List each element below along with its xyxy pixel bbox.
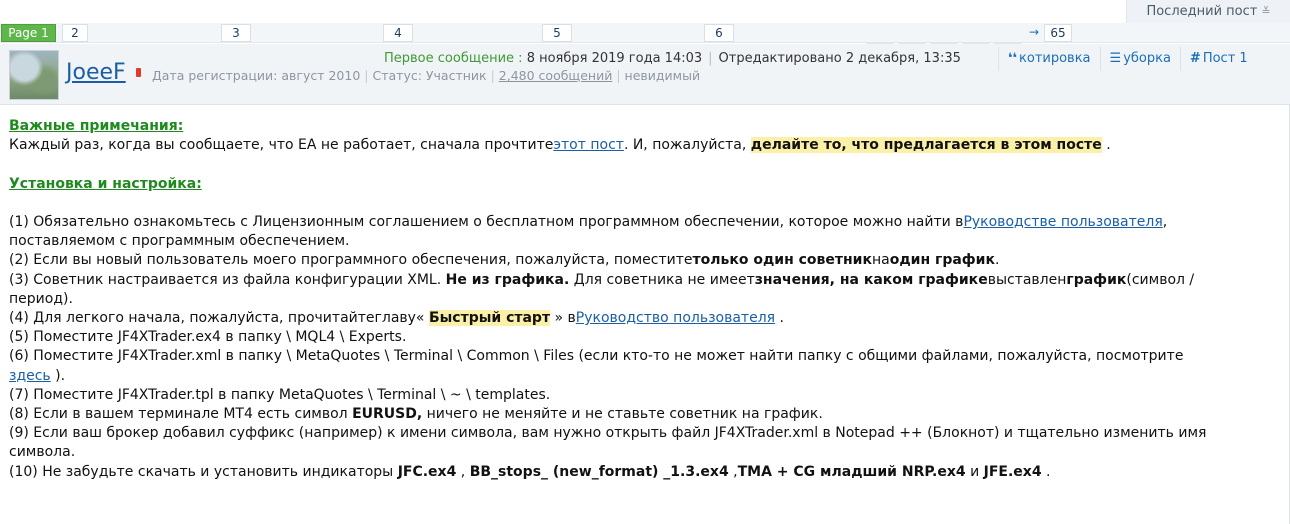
page-link[interactable]: 6 [704, 24, 734, 42]
post-body: Важные примечания: Каждый раз, когда вы … [9, 117, 1279, 482]
next-arrow-icon[interactable]: → [1026, 24, 1042, 40]
list-item: (2) Если вы новый пользователь моего про… [9, 252, 1000, 269]
list-icon: ☰ [1109, 51, 1122, 66]
list-item: (10) Не забудьте скачать и установить ин… [9, 463, 1051, 480]
page-link[interactable]: 2 [62, 24, 88, 42]
list-item: (3) Советник настраивается из файла конф… [9, 271, 1195, 307]
page-last[interactable]: 65 [1044, 24, 1072, 42]
this-post-link[interactable]: этот пост [553, 137, 624, 153]
username-link[interactable]: JoeeF [66, 60, 126, 85]
avatar[interactable] [9, 50, 59, 100]
cleanup-button[interactable]: ☰ уборка [1099, 47, 1180, 71]
quote-icon: ❛❛ [1008, 51, 1018, 66]
post-number-link[interactable]: # Пост 1 [1179, 47, 1257, 71]
list-item: (4) Для легкого начала, пожалуйста, проч… [9, 310, 784, 326]
here-link[interactable]: здесь [9, 368, 51, 384]
messages-count-link[interactable]: 2,480 сообщений [499, 68, 613, 83]
list-item: (1) Обязательно ознакомьтесь с Лицензион… [9, 213, 1168, 250]
user-status: Статус: Участник [372, 68, 487, 83]
highlight-text: делайте то, что предлагается в этом пост… [750, 137, 1102, 154]
pagination: Page 1 2 3 4 5 6 → 65 [0, 23, 1290, 45]
post-number-label: Пост 1 [1202, 51, 1248, 66]
edited-info: Отредактировано 2 декабря, 13:35 [718, 51, 961, 66]
user-meta: Дата регистрации: август 2010 | Статус: Уч… [152, 68, 701, 83]
list-item: (5) Поместите JF4XTrader.ex4 в папку \ M… [9, 329, 407, 346]
user-guide-link[interactable]: Руководстве пользователя [963, 214, 1162, 230]
list-item: (9) Если ваш брокер добавил суффикс (нап… [9, 425, 1207, 461]
highlight-text: Быстрый старт [428, 310, 551, 326]
post-actions: ❛❛ котировка ☰ уборка # Пост 1 [998, 47, 1257, 71]
section-heading: Установка и настройка: [9, 175, 202, 192]
list-item: (6) Поместите JF4XTrader.xml в папку \ M… [9, 348, 1184, 384]
first-message-label: Первое сообщение : [384, 51, 523, 66]
hash-icon: # [1189, 51, 1201, 66]
page-link[interactable]: 5 [542, 24, 572, 42]
page-link[interactable]: 3 [221, 24, 251, 42]
page-link[interactable]: 4 [383, 24, 413, 42]
registration-date: Дата регистрации: август 2010 [152, 68, 361, 83]
last-post-label: Последний пост [1146, 4, 1258, 19]
quote-button[interactable]: ❛❛ котировка [998, 47, 1100, 71]
list-item: (8) Если в вашем терминале МТ4 есть симв… [9, 406, 823, 423]
list-item: (7) Поместите JF4XTrader.tpl в папку Met… [9, 386, 551, 403]
quote-label: котировка [1019, 51, 1091, 66]
page-current[interactable]: Page 1 [1, 24, 56, 42]
paragraph: Каждый раз, когда вы сообщаете, что EA н… [9, 137, 1111, 154]
first-message-date: 8 ноября 2019 года 14:03 [526, 51, 703, 66]
section-heading: Важные примечания: [9, 118, 184, 134]
flag-icon [136, 68, 141, 77]
invisible-status: невидимый [624, 68, 701, 83]
user-guide-link[interactable]: Руководство пользователя [576, 310, 775, 326]
last-post-button[interactable]: Последний пост ≚ [1126, 0, 1290, 23]
sort-down-icon: ≚ [1261, 5, 1271, 18]
first-message-info: Первое сообщение : 8 ноября 2019 года 14… [384, 51, 961, 66]
cleanup-label: уборка [1123, 51, 1171, 66]
top-bar: Последний пост ≚ [0, 0, 1290, 23]
